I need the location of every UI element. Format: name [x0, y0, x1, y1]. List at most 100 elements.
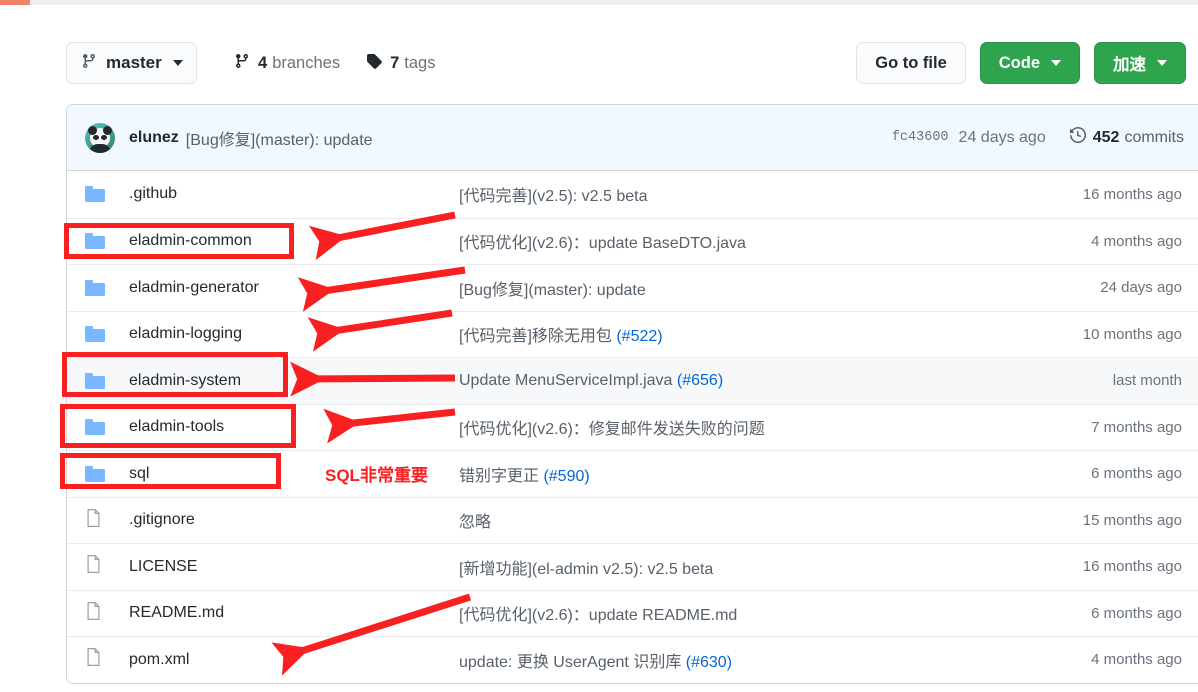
- file-name-link[interactable]: eladmin-common: [129, 232, 459, 250]
- file-icon: [85, 508, 102, 533]
- row-icon-cell: [85, 647, 129, 672]
- last-modified-cell: 6 months ago: [1091, 604, 1182, 622]
- file-icon: [85, 647, 102, 672]
- last-modified-cell: 15 months ago: [1082, 511, 1182, 529]
- commits-count-link[interactable]: 452 commits: [1069, 126, 1184, 148]
- last-modified-cell: last month: [1112, 372, 1182, 390]
- avatar-ear-right: [103, 125, 112, 135]
- commit-author-link[interactable]: elunez: [129, 129, 179, 147]
- table-row[interactable]: eladmin-tools [代码优化](v2.6)：修复邮件发送失败的问题 7 m…: [67, 403, 1198, 451]
- last-modified-cell: 4 months ago: [1091, 651, 1182, 669]
- row-icon-cell: [85, 554, 129, 579]
- repo-actions: Go to file Code 加速: [856, 42, 1186, 84]
- table-row[interactable]: LICENSE [新增功能](el-admin v2.5): v2.5 beta 1…: [67, 543, 1198, 590]
- code-button[interactable]: Code: [979, 42, 1080, 84]
- file-rows: .github [代码完善](v2.5): v2.5 beta 16 months …: [67, 171, 1198, 683]
- accelerate-button[interactable]: 加速: [1094, 42, 1186, 84]
- last-modified-cell: 16 months ago: [1082, 558, 1182, 576]
- folder-icon: [85, 326, 105, 343]
- folder-icon: [85, 233, 105, 250]
- commit-message-cell[interactable]: 忽略: [459, 508, 1008, 532]
- chevron-down-icon: [1157, 60, 1167, 66]
- accelerate-button-label: 加速: [1113, 56, 1146, 74]
- commit-message-cell[interactable]: 错别字更正 (#590): [459, 462, 1008, 486]
- history-clock-icon: [1069, 126, 1086, 148]
- commit-sha-link[interactable]: fc43600: [892, 130, 949, 145]
- file-name-link[interactable]: .github: [129, 185, 459, 203]
- row-icon-cell: [85, 465, 129, 482]
- folder-icon: [85, 465, 105, 482]
- file-name-link[interactable]: eladmin-system: [129, 372, 459, 390]
- table-row[interactable]: pom.xml update: 更换 UserAgent 识别库 (#630) 4 …: [67, 636, 1198, 683]
- last-modified-cell: 7 months ago: [1091, 418, 1182, 436]
- row-icon-cell: [85, 233, 129, 250]
- file-icon: [85, 554, 102, 579]
- row-icon-cell: [85, 372, 129, 389]
- table-row[interactable]: eladmin-logging [代码完善]移除无用包 (#522) 10 mont…: [67, 310, 1198, 358]
- folder-icon: [85, 186, 105, 203]
- avatar-ear-left: [88, 125, 97, 135]
- table-row[interactable]: eladmin-common [代码优化](v2.6)：update BaseDT…: [67, 217, 1198, 265]
- code-button-label: Code: [998, 53, 1040, 72]
- page-load-progress-track: [0, 0, 1198, 5]
- repo-counts: 4 branches 7 tags: [234, 42, 461, 84]
- commit-message-cell[interactable]: [代码优化](v2.6)：update README.md: [459, 601, 1008, 625]
- row-icon-cell: [85, 186, 129, 203]
- commit-message-link[interactable]: [Bug修复](master): update: [186, 126, 373, 150]
- branch-icon: [81, 53, 97, 74]
- commit-message-cell[interactable]: update: 更换 UserAgent 识别库 (#630): [459, 648, 1008, 672]
- tags-count-link[interactable]: 7 tags: [366, 53, 435, 74]
- commit-message-cell[interactable]: [Bug修复](master): update: [459, 276, 1008, 300]
- go-to-file-button[interactable]: Go to file: [856, 42, 966, 84]
- row-icon-cell: [85, 326, 129, 343]
- table-row[interactable]: sql 错别字更正 (#590) 6 months ago: [67, 450, 1198, 497]
- row-icon-cell: [85, 601, 129, 626]
- branches-count-label: branches: [272, 53, 341, 72]
- commit-message-cell[interactable]: [新增功能](el-admin v2.5): v2.5 beta: [459, 555, 1008, 579]
- file-name-link[interactable]: pom.xml: [129, 651, 459, 669]
- row-icon-cell: [85, 508, 129, 533]
- commit-message-cell[interactable]: [代码优化](v2.6)：修复邮件发送失败的问题: [459, 415, 1008, 439]
- table-row[interactable]: eladmin-generator [Bug修复](master): update…: [67, 264, 1198, 311]
- chevron-down-icon: [172, 60, 183, 66]
- folder-icon: [85, 419, 105, 436]
- file-name-link[interactable]: LICENSE: [129, 558, 459, 576]
- branch-icon: [234, 53, 250, 74]
- commit-message-cell[interactable]: [代码完善]移除无用包 (#522): [459, 322, 1008, 346]
- last-modified-cell: 4 months ago: [1091, 232, 1182, 250]
- commit-meta: fc43600 24 days ago 452 commits: [892, 126, 1184, 148]
- file-name-link[interactable]: eladmin-generator: [129, 279, 459, 297]
- commit-message-cell[interactable]: Update MenuServiceImpl.java (#656): [459, 372, 1008, 390]
- branch-name-label: master: [106, 53, 162, 72]
- file-name-link[interactable]: README.md: [129, 604, 459, 622]
- last-modified-cell: 24 days ago: [1100, 279, 1182, 297]
- file-list-container: elunez [Bug修复](master): update fc43600 2…: [66, 104, 1198, 684]
- branches-count-link[interactable]: 4 branches: [234, 53, 340, 74]
- avatar-eye-right: [101, 134, 107, 140]
- file-name-link[interactable]: .gitignore: [129, 511, 459, 529]
- table-row[interactable]: eladmin-system Update MenuServiceImpl.jav…: [67, 357, 1198, 404]
- github-repo-file-browser: master 4 branches 7 tags Go to file Code…: [0, 0, 1198, 692]
- tag-icon: [366, 53, 382, 74]
- commits-count-label: commits: [1124, 128, 1184, 146]
- last-modified-cell: 10 months ago: [1082, 325, 1182, 343]
- avatar-chin: [89, 143, 111, 153]
- commit-message-cell[interactable]: [代码优化](v2.6)：update BaseDTO.java: [459, 229, 1008, 253]
- table-row[interactable]: .gitignore 忽略 15 months ago: [67, 496, 1198, 544]
- commits-count-value: 452: [1092, 128, 1120, 146]
- file-name-link[interactable]: eladmin-logging: [129, 325, 459, 343]
- latest-commit-header: elunez [Bug修复](master): update fc43600 2…: [67, 105, 1198, 171]
- avatar[interactable]: [85, 122, 115, 153]
- commit-date: 24 days ago: [958, 128, 1046, 146]
- file-name-link[interactable]: eladmin-tools: [129, 418, 459, 436]
- file-name-link[interactable]: sql: [129, 465, 459, 483]
- table-row[interactable]: .github [代码完善](v2.5): v2.5 beta 16 months …: [67, 171, 1198, 218]
- repo-toolbar: master 4 branches 7 tags Go to file Code…: [66, 42, 1186, 86]
- last-modified-cell: 6 months ago: [1091, 465, 1182, 483]
- commit-message-cell[interactable]: [代码完善](v2.5): v2.5 beta: [459, 182, 1008, 206]
- row-icon-cell: [85, 419, 129, 436]
- branch-selector-button[interactable]: master: [66, 42, 197, 84]
- page-load-progress-fill: [0, 0, 30, 5]
- row-icon-cell: [85, 279, 129, 296]
- table-row[interactable]: README.md [代码优化](v2.6)：update README.md 6 …: [67, 589, 1198, 637]
